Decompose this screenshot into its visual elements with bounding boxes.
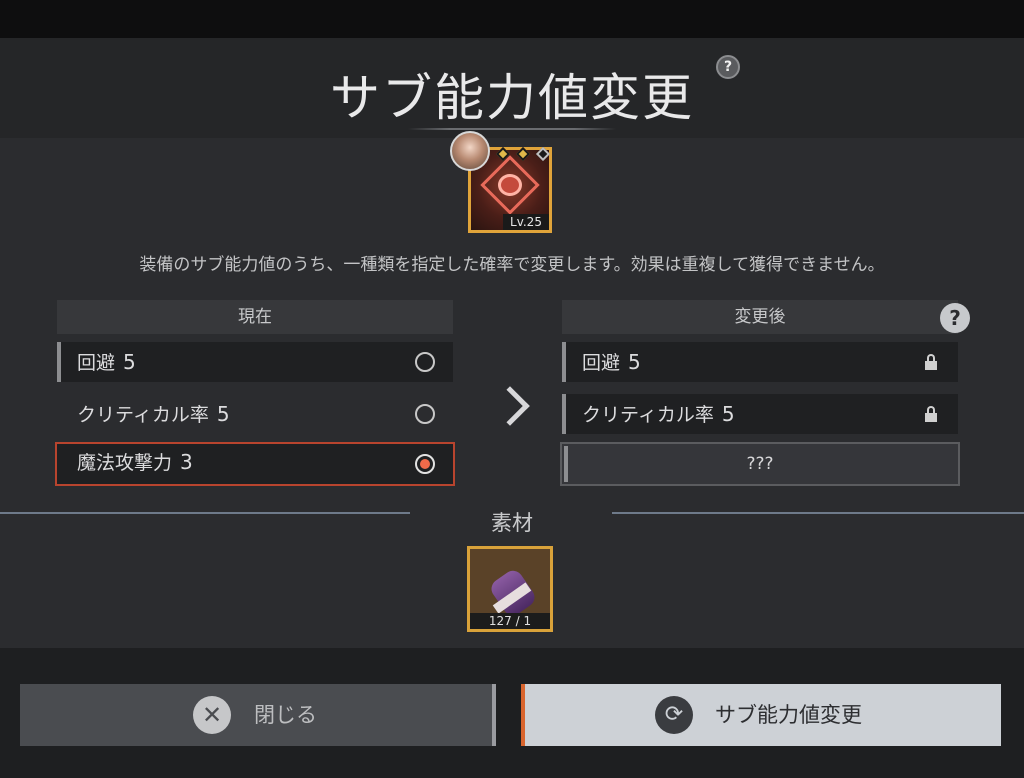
title-underline bbox=[408, 128, 616, 130]
close-button-label: 閉じる bbox=[254, 703, 317, 727]
refresh-icon: ⟳ bbox=[655, 696, 693, 734]
stat-label: クリティカル率 bbox=[77, 404, 209, 426]
materials-label: 素材 bbox=[491, 511, 533, 535]
stat-label: クリティカル率 bbox=[582, 404, 714, 426]
radio-button[interactable] bbox=[415, 352, 435, 372]
after-row-critical: クリティカル率 5 bbox=[562, 394, 958, 434]
close-icon: ✕ bbox=[193, 696, 231, 734]
stat-label: 回避 bbox=[77, 352, 116, 374]
help-icon[interactable]: ? bbox=[940, 303, 970, 333]
after-row-evasion: 回避 5 bbox=[562, 342, 958, 382]
equipment-core-emblem bbox=[498, 174, 522, 196]
help-icon[interactable]: ? bbox=[716, 55, 740, 79]
change-button-label: サブ能力値変更 bbox=[715, 703, 862, 727]
character-avatar bbox=[450, 131, 490, 171]
radio-button-selected[interactable] bbox=[415, 454, 435, 474]
current-row-evasion[interactable]: 回避 5 bbox=[57, 342, 453, 382]
stat-value: 5 bbox=[123, 350, 136, 374]
current-row-critical[interactable]: クリティカル率 5 bbox=[57, 394, 453, 434]
stat-value: 5 bbox=[628, 350, 641, 374]
stat-value: 5 bbox=[216, 402, 230, 426]
material-item[interactable]: 127 / 1 bbox=[467, 546, 553, 632]
row-accent bbox=[564, 446, 568, 482]
stat-label: 魔法攻撃力 bbox=[77, 452, 173, 474]
after-column-header: 変更後 bbox=[562, 300, 958, 334]
stat-value: 3 bbox=[180, 450, 193, 474]
lock-icon bbox=[924, 406, 938, 422]
stat-label: 回避 bbox=[582, 352, 621, 374]
material-count: 127 / 1 bbox=[470, 613, 550, 629]
radio-button[interactable] bbox=[415, 404, 435, 424]
equipment-level-badge: Lv.25 bbox=[503, 214, 549, 230]
change-substat-button[interactable]: ⟳ サブ能力値変更 bbox=[521, 684, 1001, 746]
stat-value: 5 bbox=[721, 402, 735, 426]
current-row-magic-attack[interactable]: 魔法攻撃力 3 bbox=[55, 442, 455, 486]
after-row-unknown: ??? bbox=[560, 442, 960, 486]
unknown-value: ??? bbox=[746, 454, 774, 474]
top-bar bbox=[0, 0, 1024, 38]
description-text: 装備のサブ能力値のうち、一種類を指定した確率で変更します。効果は重複して獲得でき… bbox=[139, 255, 885, 275]
row-accent bbox=[562, 342, 566, 382]
current-column-header: 現在 bbox=[57, 300, 453, 334]
close-button[interactable]: ✕ 閉じる bbox=[20, 684, 496, 746]
row-accent bbox=[562, 394, 566, 434]
row-accent bbox=[57, 342, 61, 382]
page-title: サブ能力値変更 bbox=[330, 69, 694, 127]
lock-icon bbox=[924, 354, 938, 370]
